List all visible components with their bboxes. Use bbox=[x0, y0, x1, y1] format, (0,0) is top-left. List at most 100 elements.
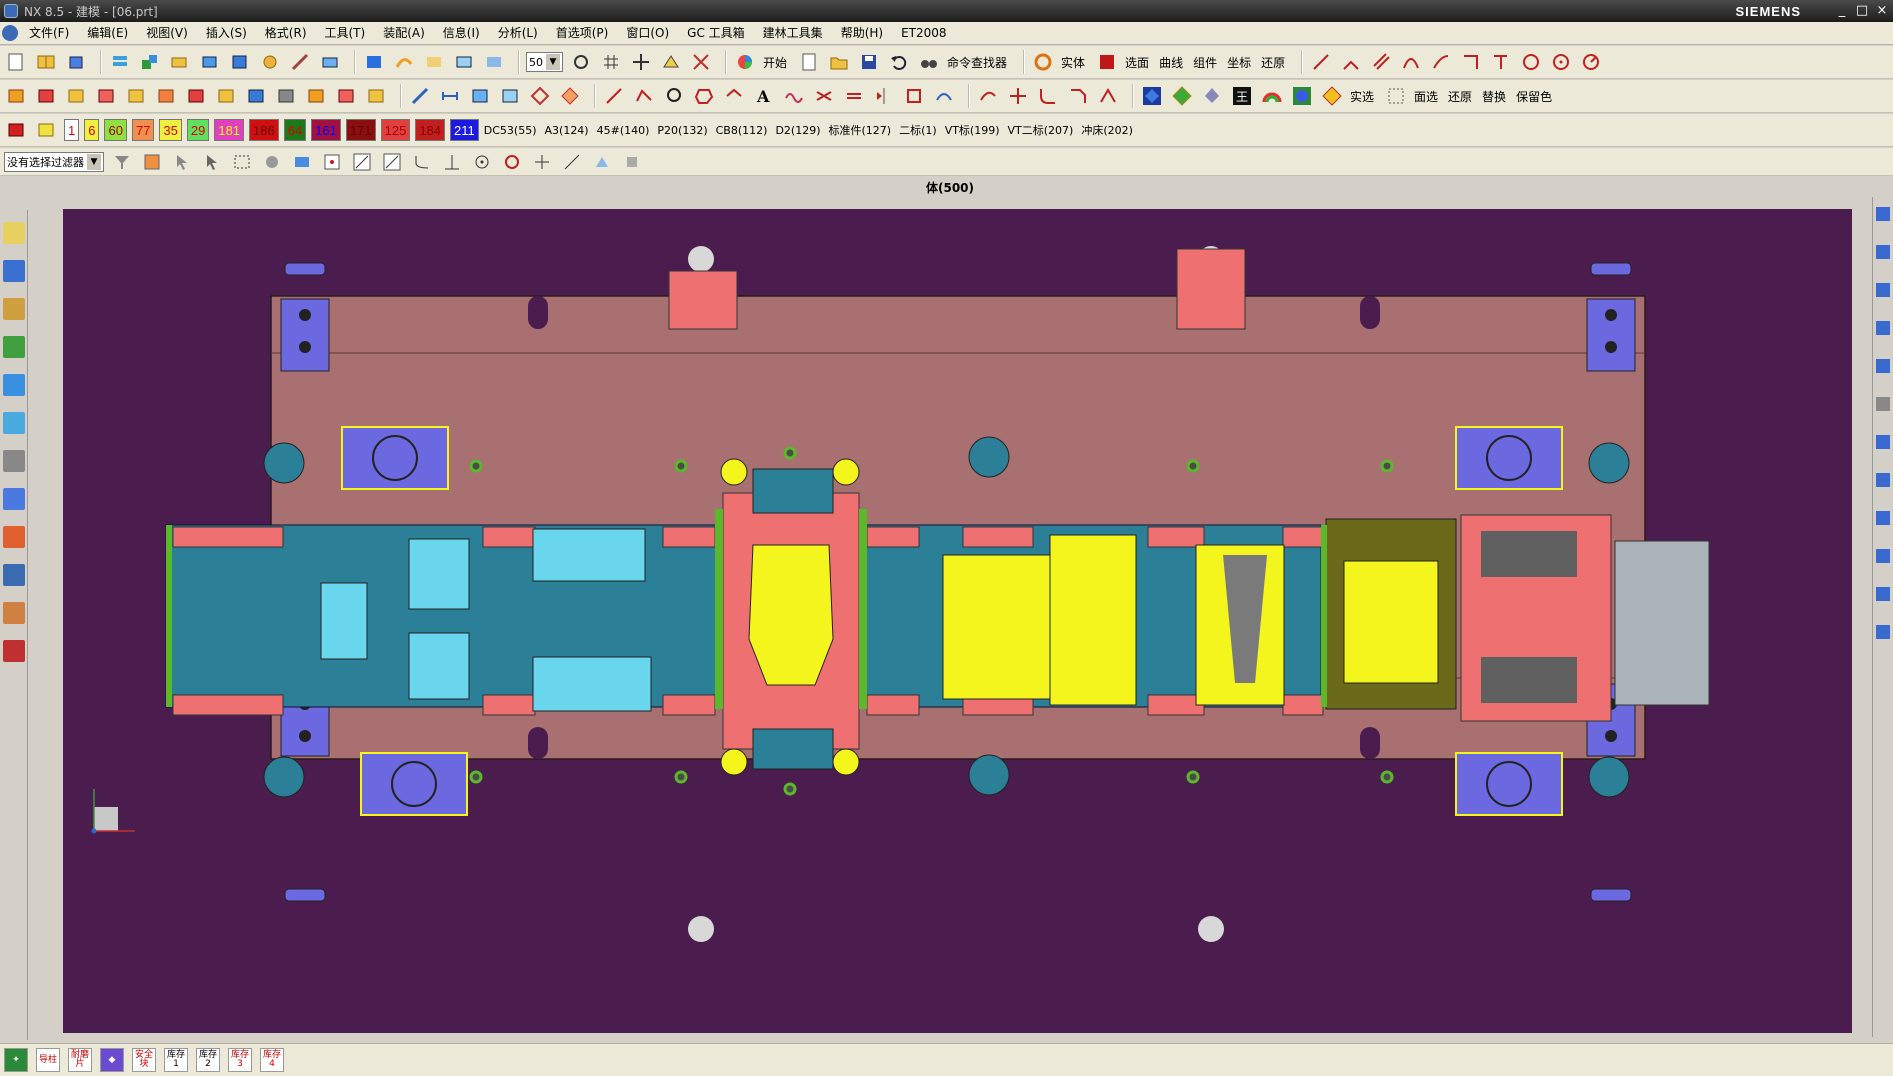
right-resource-icon[interactable] bbox=[1876, 587, 1890, 601]
right-resource-icon[interactable] bbox=[1876, 321, 1890, 335]
right-resource-icon[interactable] bbox=[1876, 473, 1890, 487]
feature-icon[interactable] bbox=[334, 84, 358, 108]
command-finder-label[interactable]: 命令查找器 bbox=[947, 54, 1007, 71]
die-layout-drawing[interactable] bbox=[63, 209, 1852, 1033]
layer-chip-6[interactable]: 6 bbox=[84, 119, 100, 141]
stock-1-button[interactable]: 库存1 bbox=[164, 1048, 188, 1072]
chevron-down-icon[interactable]: ▼ bbox=[546, 54, 560, 70]
chevron-down-icon[interactable]: ▼ bbox=[87, 153, 101, 170]
block-icon[interactable] bbox=[228, 50, 252, 74]
split-icon[interactable] bbox=[1006, 84, 1030, 108]
undo-icon[interactable] bbox=[887, 50, 911, 74]
layer-d2[interactable]: D2(129) bbox=[775, 124, 820, 137]
snap-icon[interactable] bbox=[569, 50, 593, 74]
selection-mode-icon[interactable] bbox=[1031, 50, 1055, 74]
menu-preferences[interactable]: 首选项(P) bbox=[549, 23, 616, 44]
snap-line-icon[interactable] bbox=[380, 150, 404, 174]
arc-icon[interactable] bbox=[1399, 50, 1423, 74]
layer-chip-125[interactable]: 125 bbox=[380, 119, 411, 141]
feature-icon[interactable] bbox=[4, 84, 28, 108]
process-studio-icon[interactable] bbox=[3, 564, 25, 586]
assembly-icon[interactable] bbox=[138, 50, 162, 74]
circle-arc-icon[interactable] bbox=[662, 84, 686, 108]
reuse-library-icon[interactable] bbox=[3, 336, 25, 358]
feature-icon[interactable] bbox=[184, 84, 208, 108]
layer-chip-77[interactable]: 77 bbox=[131, 119, 155, 141]
layer-chip-161[interactable]: 161 bbox=[311, 119, 341, 141]
feature-icon[interactable] bbox=[94, 84, 118, 108]
surface-icon[interactable] bbox=[318, 50, 342, 74]
snap-extra-icon[interactable] bbox=[620, 150, 644, 174]
menu-view[interactable]: 视图(V) bbox=[139, 23, 195, 44]
menu-et2008[interactable]: ET2008 bbox=[894, 23, 953, 44]
close-button[interactable]: × bbox=[1873, 2, 1891, 19]
pointer-icon[interactable] bbox=[170, 150, 194, 174]
layer-chip-60[interactable]: 60 bbox=[104, 119, 127, 141]
right-resource-icon[interactable] bbox=[1876, 397, 1890, 411]
sphere-icon[interactable] bbox=[1290, 84, 1314, 108]
rainbow-icon[interactable] bbox=[1260, 84, 1284, 108]
layer-chip-184[interactable]: 184 bbox=[415, 119, 446, 141]
web-browser-icon[interactable] bbox=[3, 374, 25, 396]
save-icon[interactable] bbox=[857, 50, 881, 74]
stock-2-button[interactable]: 库存2 bbox=[196, 1048, 220, 1072]
layer-45[interactable]: 45#(140) bbox=[597, 124, 650, 137]
stock-4-button[interactable]: 库存4 bbox=[260, 1048, 284, 1072]
menu-format[interactable]: 格式(R) bbox=[258, 23, 314, 44]
palette-icon[interactable] bbox=[3, 526, 25, 548]
rectangle-select-icon[interactable] bbox=[230, 150, 254, 174]
layer-a3[interactable]: A3(124) bbox=[545, 124, 589, 137]
history-icon[interactable] bbox=[3, 412, 25, 434]
part-navigator-icon[interactable] bbox=[3, 298, 25, 320]
feature-icon[interactable] bbox=[214, 84, 238, 108]
layer-chip-211[interactable]: 211 bbox=[450, 119, 479, 141]
extrude-icon[interactable] bbox=[198, 50, 222, 74]
wave-icon[interactable] bbox=[782, 84, 806, 108]
diamond-red-icon[interactable] bbox=[1320, 84, 1344, 108]
shaded-box-icon[interactable] bbox=[362, 50, 386, 74]
diamond-green-icon[interactable] bbox=[1170, 84, 1194, 108]
label-restore[interactable]: 还原 bbox=[1448, 88, 1472, 105]
filter-icon[interactable] bbox=[110, 150, 134, 174]
dimension-icon[interactable] bbox=[438, 84, 462, 108]
color-wheel-icon[interactable] bbox=[733, 50, 757, 74]
sketch-line-icon[interactable] bbox=[602, 84, 626, 108]
right-resource-icon[interactable] bbox=[1876, 245, 1890, 259]
body-select-icon[interactable] bbox=[260, 150, 284, 174]
extend-icon[interactable] bbox=[976, 84, 1000, 108]
selection-filter-combo[interactable]: 没有选择过滤器 ▼ bbox=[4, 151, 104, 172]
open-icon[interactable] bbox=[827, 50, 851, 74]
layer-chip-29[interactable]: 29 bbox=[186, 119, 210, 141]
bridge-icon[interactable] bbox=[932, 84, 956, 108]
stock-3-button[interactable]: 库存3 bbox=[228, 1048, 252, 1072]
feature-icon[interactable] bbox=[64, 84, 88, 108]
boolean-icon[interactable] bbox=[168, 50, 192, 74]
filter-component[interactable]: 组件 bbox=[1193, 54, 1217, 71]
layer-chip-186[interactable]: 186 bbox=[249, 119, 279, 141]
clock-icon[interactable] bbox=[3, 450, 25, 472]
layer-chip-64[interactable]: 64 bbox=[283, 119, 307, 141]
transform-icon[interactable] bbox=[528, 84, 552, 108]
safety-block-button[interactable]: 安全块 bbox=[132, 1048, 156, 1072]
snap-arc-icon[interactable] bbox=[410, 150, 434, 174]
polygon-icon[interactable] bbox=[692, 84, 716, 108]
grid-icon[interactable] bbox=[599, 50, 623, 74]
layer-cb8[interactable]: CB8(112) bbox=[716, 124, 768, 137]
right-resource-icon[interactable] bbox=[1876, 625, 1890, 639]
layer-chip-171[interactable]: 171 bbox=[345, 119, 376, 141]
layer-vt-standard[interactable]: VT标(199) bbox=[945, 122, 1000, 138]
assembly-navigator-icon[interactable] bbox=[3, 222, 25, 244]
label-keep-color[interactable]: 保留色 bbox=[1516, 88, 1552, 105]
wireframe-icon[interactable] bbox=[689, 50, 713, 74]
transform-icon[interactable] bbox=[558, 84, 582, 108]
right-resource-icon[interactable] bbox=[1876, 549, 1890, 563]
feature-icon[interactable] bbox=[124, 84, 148, 108]
polyline-icon[interactable] bbox=[632, 84, 656, 108]
filter-curve[interactable]: 曲线 bbox=[1159, 54, 1183, 71]
filter-face[interactable]: 选面 bbox=[1125, 54, 1149, 71]
snap-endpoint-icon[interactable] bbox=[320, 150, 344, 174]
line-icon[interactable] bbox=[1309, 50, 1333, 74]
menu-help[interactable]: 帮助(H) bbox=[834, 23, 890, 44]
system-materials-icon[interactable] bbox=[3, 488, 25, 510]
constraint-navigator-icon[interactable] bbox=[3, 260, 25, 282]
